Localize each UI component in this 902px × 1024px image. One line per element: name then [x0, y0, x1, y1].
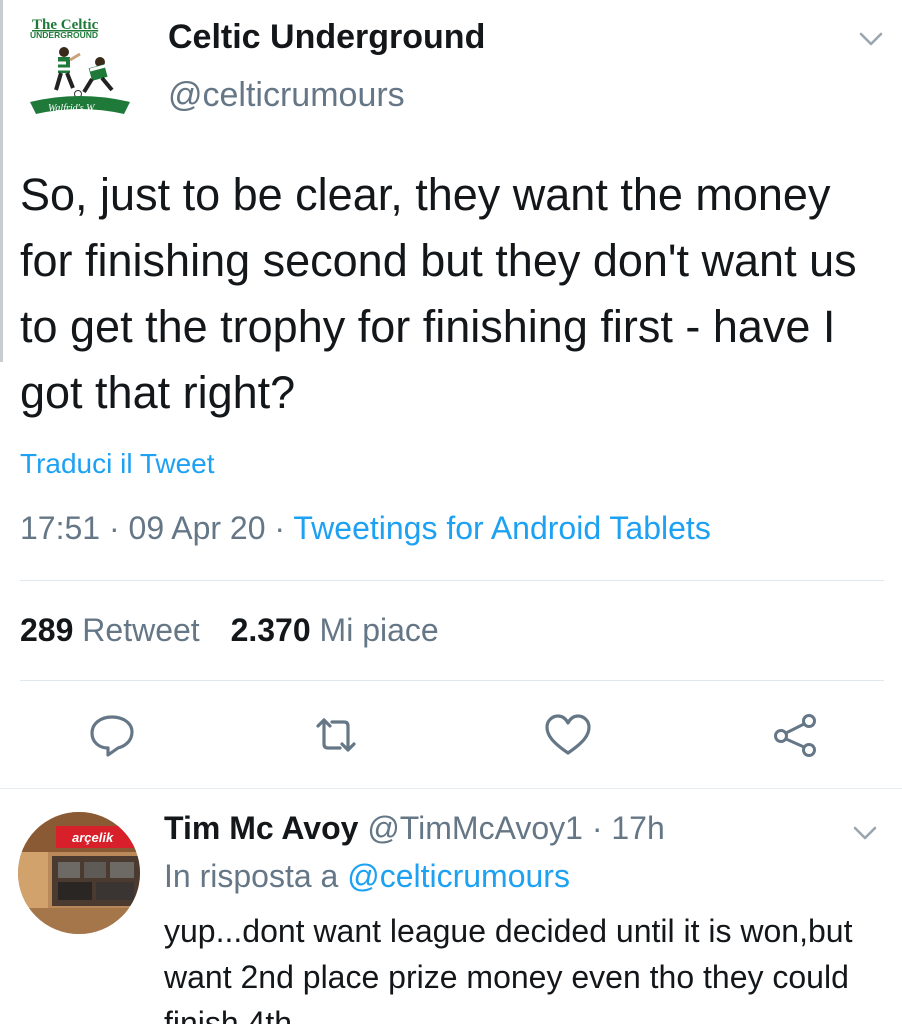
reply-age: 17h	[611, 810, 665, 846]
translate-tweet-link[interactable]: Traduci il Tweet	[20, 448, 215, 480]
divider	[20, 680, 884, 681]
logo-subtitle-text: UNDERGROUND	[30, 30, 98, 40]
tweet-stats: 289 Retweet 2.370 Mi piace	[20, 612, 461, 649]
retweet-label: Retweet	[82, 612, 200, 648]
reply-author-handle[interactable]: @TimMcAvoy1	[367, 810, 583, 846]
tweet-meta: 17:51 · 09 Apr 20 · Tweetings for Androi…	[20, 510, 711, 547]
retweet-stat[interactable]: 289 Retweet	[20, 612, 200, 648]
tweet-text: So, just to be clear, they want the mone…	[20, 169, 857, 418]
chevron-down-icon[interactable]	[858, 30, 884, 48]
reply-author-avatar[interactable]: arçelik	[18, 812, 140, 934]
like-count: 2.370	[230, 612, 311, 648]
tweet-detail-screen: The Celtic UNDERGROUND Walfrid's W Celti…	[0, 0, 902, 1024]
tweet-time: 17:51	[20, 510, 101, 546]
in-reply-prefix: In risposta a	[164, 858, 339, 894]
tweet-source-link[interactable]: Tweetings for Android Tablets	[293, 510, 710, 546]
reply-icon[interactable]	[88, 712, 136, 758]
like-icon[interactable]	[544, 712, 592, 758]
reply-context: In risposta a @celticrumours	[164, 858, 570, 895]
left-edge-bar	[0, 0, 3, 362]
meta-separator: ·	[274, 510, 286, 546]
avatar-sign-text: arçelik	[72, 830, 114, 845]
tweet-author-name[interactable]: Celtic Underground	[168, 18, 485, 57]
logo-banner-text: Walfrid's W	[48, 103, 96, 114]
chevron-down-icon[interactable]	[852, 824, 878, 842]
meta-separator: ·	[591, 810, 603, 846]
like-stat[interactable]: 2.370 Mi piace	[231, 612, 439, 648]
reply-author-name[interactable]: Tim Mc Avoy	[164, 810, 358, 846]
in-reply-mention-link[interactable]: @celticrumours	[347, 858, 570, 894]
divider	[0, 788, 902, 789]
retweet-count: 289	[20, 612, 74, 648]
like-label: Mi piace	[319, 612, 439, 648]
reply-text: yup...dont want league decided until it …	[164, 913, 853, 1024]
tweet-date: 09 Apr 20	[128, 510, 266, 546]
tweet-author-handle[interactable]: @celticrumours	[168, 76, 405, 115]
meta-separator: ·	[108, 510, 120, 546]
divider	[20, 580, 884, 581]
reply-header: Tim Mc Avoy @TimMcAvoy1 · 17h	[164, 810, 665, 847]
share-icon[interactable]	[772, 712, 820, 758]
celtic-underground-avatar[interactable]: The Celtic UNDERGROUND Walfrid's W	[28, 16, 132, 128]
retweet-icon[interactable]	[312, 712, 360, 758]
